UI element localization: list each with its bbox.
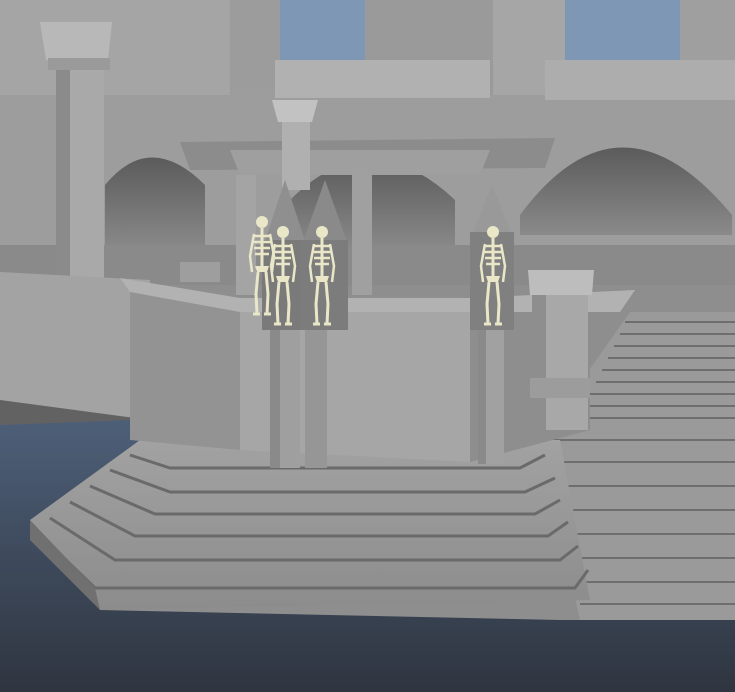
sky-window-right — [563, 0, 680, 60]
right-pillar — [528, 270, 594, 430]
viewport-render — [0, 0, 735, 692]
sky-window-left — [280, 0, 365, 62]
left-platform — [0, 272, 150, 420]
